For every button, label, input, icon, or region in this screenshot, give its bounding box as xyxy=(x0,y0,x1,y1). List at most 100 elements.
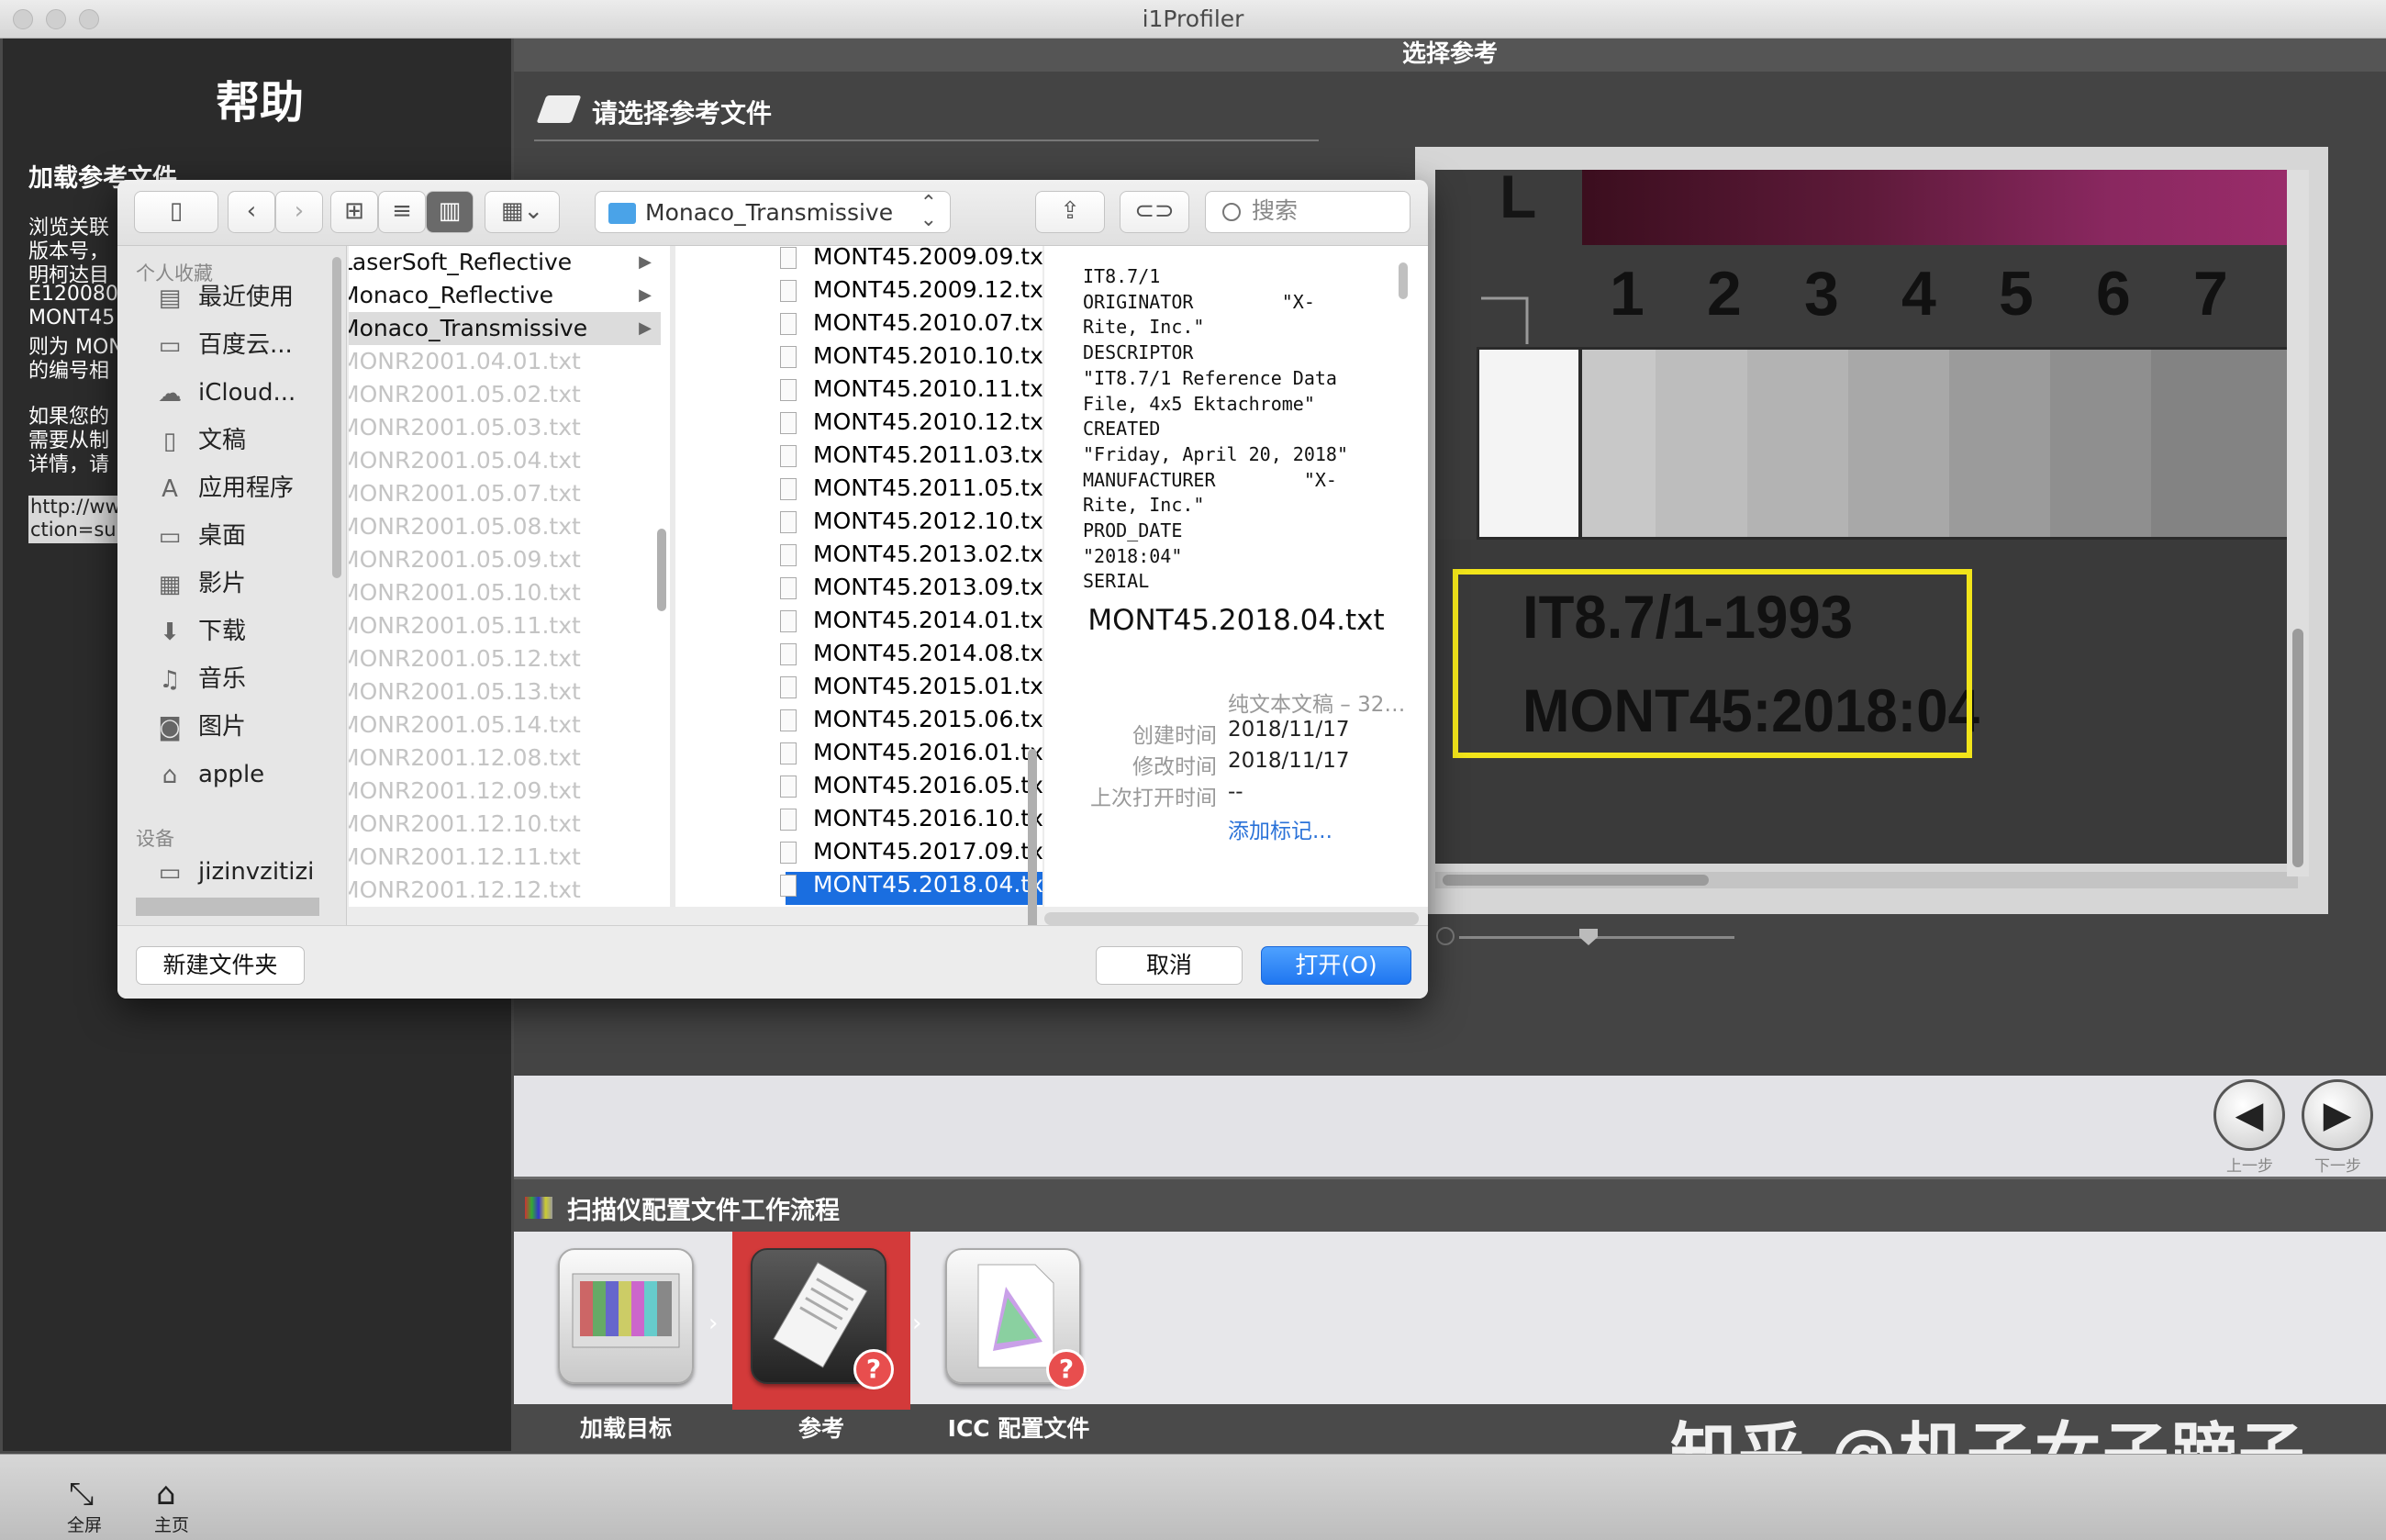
file-row-disabled: MONR2001.12.11.txt xyxy=(349,843,581,870)
file-row[interactable]: MONT45.2015.01.txt xyxy=(771,670,1042,703)
help-title: 帮助 xyxy=(215,77,304,128)
folder-row[interactable]: Monaco_Reflective ▶ xyxy=(349,279,652,312)
file-row-disabled: MONR2001.05.12.txt xyxy=(349,645,581,672)
next-button[interactable]: ▶ xyxy=(2302,1079,2373,1151)
step-label: 参考 xyxy=(797,1415,844,1442)
fullscreen-label[interactable]: 全屏 xyxy=(67,1512,102,1536)
sidebar-item-device[interactable]: ▭ jizinvzitizi xyxy=(154,854,315,890)
back-button[interactable]: ‹ xyxy=(228,191,275,233)
sidebar-item-pictures[interactable]: ◙ 图片 xyxy=(154,709,246,745)
search-placeholder: 搜索 xyxy=(1252,197,1299,224)
sidebar-item-documents[interactable]: ▯ 文稿 xyxy=(154,422,246,459)
reference-step[interactable]: ? xyxy=(751,1248,894,1389)
file-row[interactable]: MONT45.2014.01.txt xyxy=(771,604,1042,637)
icc-profile-step[interactable]: ? xyxy=(945,1248,1087,1389)
file-row[interactable]: MONT45.2010.11.txt xyxy=(771,373,1042,406)
help-badge-icon[interactable]: ? xyxy=(1046,1349,1087,1389)
file-row[interactable]: MONT45.2010.07.txt xyxy=(771,307,1042,340)
file-row[interactable]: MONT45.2012.10.txt xyxy=(771,505,1042,538)
sidebar-item-downloads[interactable]: ⬇ 下载 xyxy=(154,613,246,650)
previous-button[interactable]: ◀ xyxy=(2213,1079,2285,1151)
column-scrollbar[interactable] xyxy=(657,529,666,611)
share-icon: ⇪ xyxy=(1060,197,1080,225)
sidebar-item-desktop[interactable]: ▭ 桌面 xyxy=(154,518,246,554)
folder-row[interactable]: LaserSoft_Reflective ▶ xyxy=(349,246,652,279)
scrollbar-thumb[interactable] xyxy=(1443,875,1709,886)
file-row[interactable]: MONT45.2014.08.txt xyxy=(771,637,1042,670)
file-row[interactable]: MONT45.2010.10.txt xyxy=(771,340,1042,373)
arrange-icon: ▦⌄ xyxy=(500,197,544,225)
share-button[interactable]: ⇪ xyxy=(1035,191,1105,233)
preview-scrollbar[interactable] xyxy=(1399,262,1408,299)
sidebar-item-applications[interactable]: A 应用程序 xyxy=(154,470,294,507)
step-label: ICC 配置文件 xyxy=(947,1415,1090,1442)
home-label[interactable]: 主页 xyxy=(154,1512,189,1536)
scrollbar-thumb[interactable] xyxy=(2292,629,2303,867)
load-target-step[interactable] xyxy=(558,1248,694,1384)
zoom-slider[interactable] xyxy=(1436,927,1739,949)
fullscreen-icon[interactable]: ⤡ xyxy=(69,1479,94,1510)
sidebar-item-icloud[interactable]: ☁ iCloud... xyxy=(154,374,295,411)
file-row[interactable]: MONT45.2011.05.txt xyxy=(771,472,1042,505)
sidebar-selected-stub[interactable] xyxy=(136,898,319,916)
home-icon[interactable]: ⌂ xyxy=(156,1479,176,1510)
add-tags-link[interactable]: 添加标记... xyxy=(1228,813,1332,844)
sidebar-item-home[interactable]: ⌂ apple xyxy=(154,756,264,793)
sidebar-item-movies[interactable]: ▦ 影片 xyxy=(154,565,246,602)
sidebar-item-music[interactable]: ♫ 音乐 xyxy=(154,661,246,697)
horizontal-scrollbar[interactable] xyxy=(1435,872,2298,888)
folder-row-selected[interactable]: Monaco_Transmissive ▶ xyxy=(349,312,661,345)
file-row-disabled: MONR2001.05.11.txt xyxy=(349,612,581,639)
updown-chevron-icon: ⌃ ⌄ xyxy=(920,192,937,231)
sidebar-item-label: 文稿 xyxy=(198,427,247,454)
column-view-button[interactable]: ▥ xyxy=(426,191,474,233)
forward-button[interactable]: › xyxy=(275,191,323,233)
tag-button[interactable]: ⊂⊃ xyxy=(1120,191,1189,233)
sidebar-item-baidu[interactable]: ▭ 百度云... xyxy=(154,327,293,363)
sidebar-toggle-button[interactable]: ▯ xyxy=(134,191,218,233)
column-number: 3 xyxy=(1804,259,1839,329)
vertical-scrollbar[interactable] xyxy=(2287,170,2309,876)
list-view-button[interactable]: ≡ xyxy=(378,191,426,233)
file-row[interactable]: MONT45.2013.02.txt xyxy=(771,538,1042,571)
help-badge-icon[interactable]: ? xyxy=(853,1349,894,1389)
folder-icon: ▭ xyxy=(158,331,182,360)
document-icon xyxy=(780,445,797,467)
target-image[interactable]: L 1 2 3 4 5 6 7 IT8.7/1-1993 MONT45:2018… xyxy=(1435,170,2291,864)
file-row-disabled: MONR2001.12.12.txt xyxy=(349,876,581,903)
arrange-button[interactable]: ▦⌄ xyxy=(485,191,560,233)
help-text-line: MONT45 xyxy=(28,307,116,329)
file-row[interactable]: MONT45.2015.06.txt xyxy=(771,703,1042,736)
icon-view-button[interactable]: ⊞ xyxy=(330,191,378,233)
movies-icon: ▦ xyxy=(158,570,182,598)
file-row-disabled: MONR2001.05.14.txt xyxy=(349,711,581,738)
sidebar-item-label: 音乐 xyxy=(198,665,247,693)
file-row[interactable]: MONT45.2011.03.txt xyxy=(771,439,1042,472)
file-row[interactable]: MONT45.2009.12.txt xyxy=(771,273,1042,307)
new-folder-button[interactable]: 新建文件夹 xyxy=(136,946,305,985)
file-row[interactable]: MONT45.2016.01.txt xyxy=(771,736,1042,769)
horizontal-scrollbar[interactable] xyxy=(1044,912,1419,925)
open-button[interactable]: 打开(O) xyxy=(1261,946,1411,985)
sidebar-item-label: jizinvzitizi xyxy=(198,858,315,886)
cancel-button[interactable]: 取消 xyxy=(1096,946,1243,985)
file-row-disabled: MONR2001.05.08.txt xyxy=(349,513,581,540)
document-icon xyxy=(780,280,797,302)
help-link[interactable]: http://www. ction=sup xyxy=(28,496,129,543)
sidebar-item-recents[interactable]: ▤ 最近使用 xyxy=(154,279,294,316)
file-row[interactable]: MONT45.2010.12.txt xyxy=(771,406,1042,439)
file-row-selected[interactable]: MONT45.2018.04.txt xyxy=(771,868,1042,901)
sidebar-scrollbar[interactable] xyxy=(332,257,341,578)
file-row[interactable]: MONT45.2016.10.txt xyxy=(771,802,1042,835)
target-line-2: MONT45:2018:04 xyxy=(1522,676,1979,744)
help-text-line: E120080 xyxy=(28,283,118,306)
file-row[interactable]: MONT45.2013.09.txt xyxy=(771,571,1042,604)
file-row[interactable]: MONT45.2016.05.txt xyxy=(771,769,1042,802)
file-row[interactable]: MONT45.2009.09.txt xyxy=(771,246,1042,273)
path-selector[interactable]: Monaco_Transmissive ⌃ ⌄ xyxy=(595,191,951,233)
file-row-disabled: MONR2001.05.10.txt xyxy=(349,579,581,606)
search-field[interactable]: 搜索 xyxy=(1205,191,1410,233)
file-row[interactable]: MONT45.2017.09.txt xyxy=(771,835,1042,868)
zoom-thumb[interactable] xyxy=(1579,929,1598,945)
window-title: i1Profiler xyxy=(1142,6,1244,32)
